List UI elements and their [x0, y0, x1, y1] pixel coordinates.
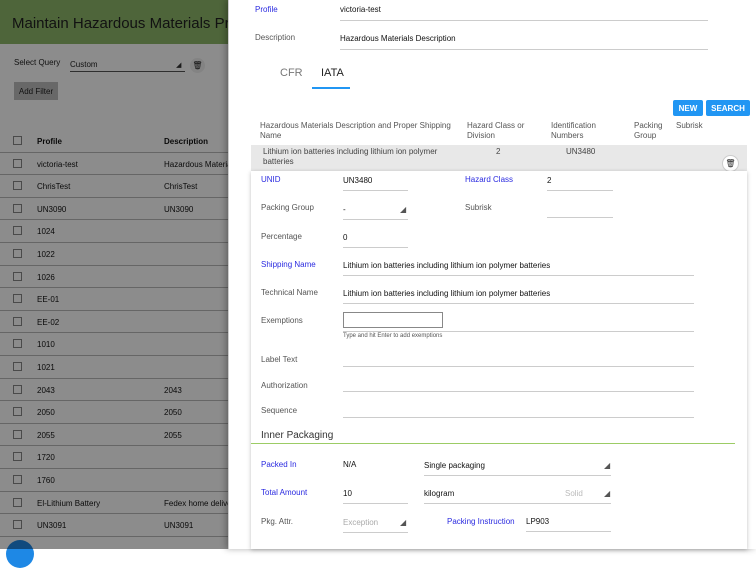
pkg-attr-label: Pkg. Attr.	[261, 517, 294, 526]
description-label: Description	[255, 33, 296, 42]
search-button[interactable]: SEARCH	[706, 100, 750, 116]
subrisk-label: Subrisk	[465, 203, 492, 212]
row-id-number: UN3480	[566, 147, 596, 156]
pkg-attr-select[interactable]: Exception	[343, 518, 408, 533]
chevron-down-icon: ◢	[400, 205, 407, 214]
packed-in-label: Packed In	[261, 460, 297, 469]
trash-icon: 🗑	[725, 159, 736, 168]
state-value: Solid	[565, 489, 583, 498]
hazard-class-field[interactable]: 2	[547, 176, 613, 191]
inner-packaging-divider	[251, 443, 735, 444]
column-header-identification-numbers[interactable]: Identification Numbers	[551, 121, 611, 141]
label-text-label: Label Text	[261, 355, 298, 364]
chevron-down-icon: ◢	[604, 489, 611, 498]
authorization-label: Authorization	[261, 381, 308, 390]
new-button[interactable]: NEW	[673, 100, 703, 116]
technical-name-field[interactable]: Lithium ion batteries including lithium …	[343, 289, 694, 304]
row-hazard-class: 2	[496, 147, 501, 156]
chevron-down-icon: ◢	[604, 461, 611, 470]
tab-cfr[interactable]: CFR	[280, 67, 303, 79]
row-description: Lithium ion batteries including lithium …	[263, 147, 438, 166]
unid-label: UNID	[261, 175, 281, 184]
hazmat-profile-panel: Profile victoria-test Description Hazard…	[228, 0, 756, 549]
packed-in-value: N/A	[343, 460, 357, 469]
subrisk-field[interactable]	[547, 205, 613, 218]
sequence-label: Sequence	[261, 406, 298, 415]
percentage-field[interactable]: 0	[343, 233, 408, 248]
column-header-description[interactable]: Hazardous Materials Description and Prop…	[260, 121, 460, 141]
selected-table-row[interactable]: Lithium ion batteries including lithium …	[251, 145, 747, 171]
shipping-name-label: Shipping Name	[261, 260, 316, 269]
hazard-class-label: Hazard Class	[465, 175, 514, 184]
profile-label: Profile	[255, 5, 278, 14]
authorization-field[interactable]	[343, 380, 694, 392]
inner-packaging-title: Inner Packaging	[261, 430, 334, 441]
delete-row-button[interactable]: 🗑	[722, 155, 739, 172]
label-text-field[interactable]	[343, 355, 694, 367]
total-amount-field[interactable]: 10	[343, 489, 408, 504]
exemptions-input[interactable]	[343, 312, 443, 328]
percentage-label: Percentage	[261, 232, 302, 241]
unit-select[interactable]: kilogram	[424, 489, 611, 504]
exemptions-label: Exemptions	[261, 316, 303, 325]
column-header-packing-group[interactable]: Packing Group	[634, 121, 674, 141]
exemptions-underline	[343, 331, 694, 332]
packaging-type-select[interactable]: Single packaging	[424, 461, 611, 476]
sequence-field[interactable]	[343, 406, 694, 418]
tab-iata[interactable]: IATA	[321, 67, 344, 79]
packing-group-select[interactable]: -	[343, 205, 408, 220]
chevron-down-icon: ◢	[400, 518, 407, 527]
packing-instruction-label: Packing Instruction	[447, 517, 515, 526]
column-header-hazard-class[interactable]: Hazard Class or Division	[467, 121, 537, 141]
column-header-subrisk[interactable]: Subrisk	[676, 121, 703, 131]
packing-group-label: Packing Group	[261, 203, 314, 212]
description-field[interactable]: Hazardous Materials Description	[340, 34, 708, 50]
technical-name-label: Technical Name	[261, 288, 318, 297]
detail-card: UNID UN3480 Hazard Class 2 Packing Group…	[251, 171, 747, 549]
exemptions-hint: Type and hit Enter to add exemptions	[343, 333, 443, 339]
packing-instruction-field[interactable]: LP903	[526, 517, 611, 532]
profile-field[interactable]: victoria-test	[340, 5, 708, 21]
shipping-name-field[interactable]: Lithium ion batteries including lithium …	[343, 261, 694, 276]
total-amount-label: Total Amount	[261, 488, 308, 497]
unid-field[interactable]: UN3480	[343, 176, 408, 191]
active-tab-indicator	[312, 87, 350, 89]
